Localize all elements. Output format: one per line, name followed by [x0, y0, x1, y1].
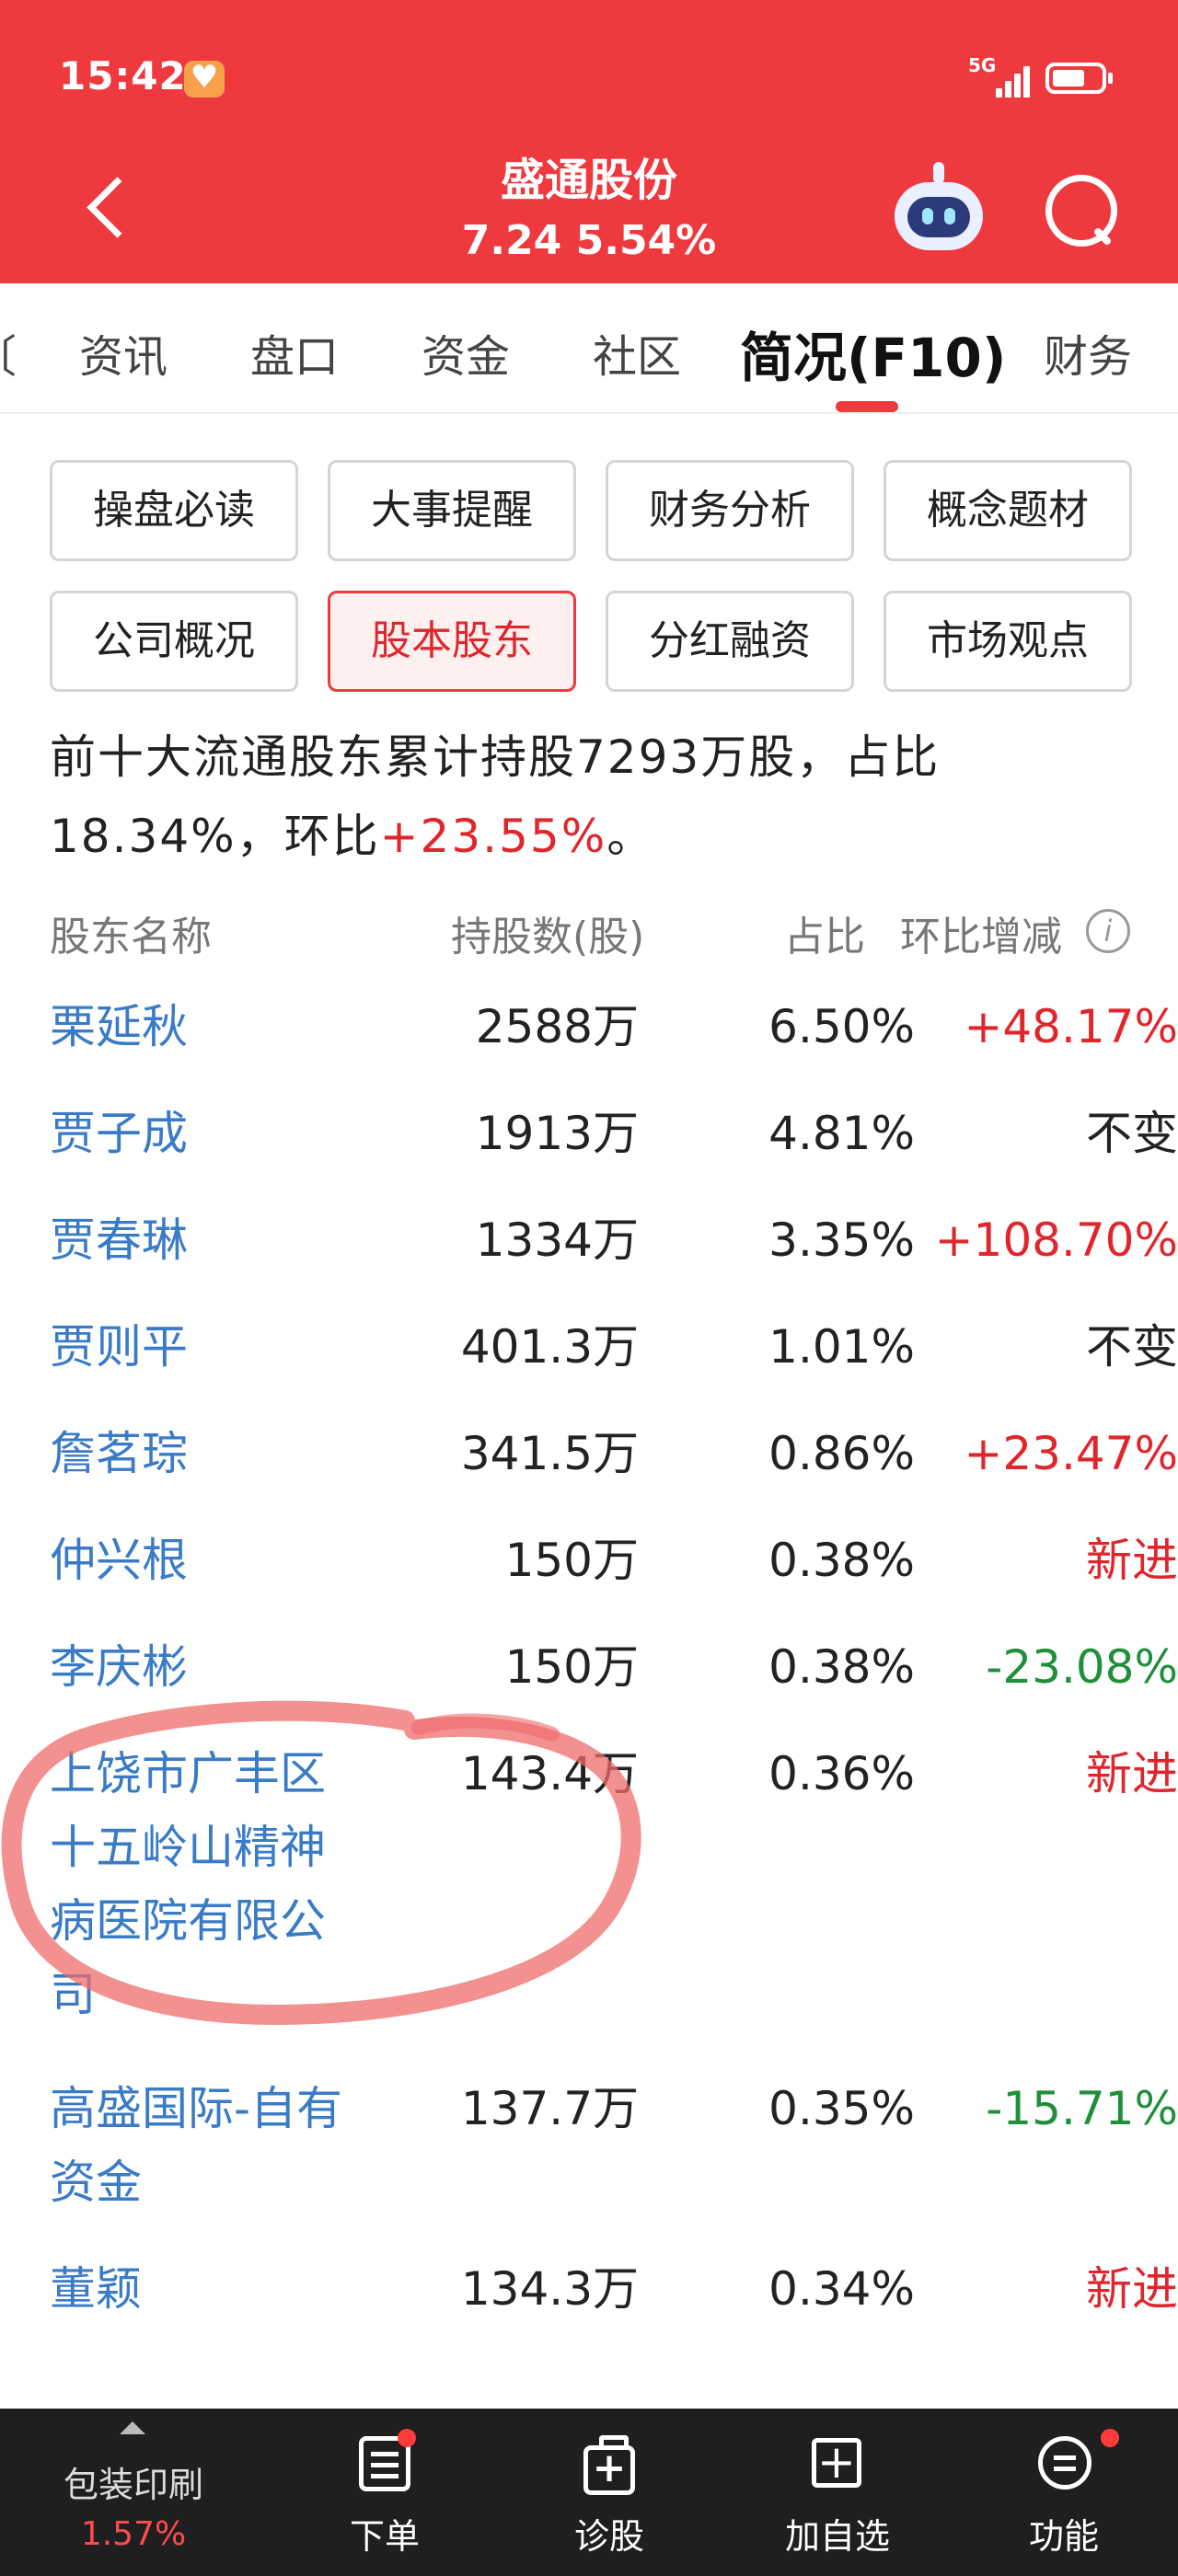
btn-event-reminder[interactable]: 大事提醒 [328, 460, 576, 561]
table-header: 股东名称 持股数(股) 占比 环比增减 i [50, 903, 1132, 979]
app-root: 15:42 5G 盛通股份 7.24 5.54% 〔 资 [0, 0, 1178, 2576]
diagnose-icon [583, 2435, 635, 2495]
up-arrow-icon [120, 2421, 145, 2434]
shares-cell: 2588万 [475, 1000, 639, 1053]
tab-f10-overview[interactable]: 简况(F10) [740, 315, 1006, 392]
table-row[interactable]: 栗延秋 2588万 6.50% +48.17% [50, 990, 1178, 1097]
btn-financial-analysis[interactable]: 财务分析 [606, 460, 854, 561]
change-cell: 新进 [1086, 1534, 1178, 1587]
network-label: 5G [968, 54, 997, 76]
add-watchlist-icon [812, 2435, 861, 2489]
battery-icon [1045, 63, 1113, 94]
bottom-bar: 包装印刷 1.57% 下单 诊股 加自选 功能 [0, 2409, 1178, 2576]
heart-notification-icon [184, 59, 225, 98]
nav-bar: 盛通股份 7.24 5.54% [0, 138, 1178, 283]
tab-row: 〔 资讯 盘口 资金 社区 简况(F10) 财务 [0, 283, 1178, 414]
header: 15:42 5G 盛通股份 7.24 5.54% [0, 0, 1178, 283]
function-icon [1038, 2436, 1091, 2490]
tab-finance[interactable]: 财务 [1044, 320, 1132, 385]
search-icon[interactable] [1040, 169, 1119, 248]
table-row[interactable]: 贾春琳 1334万 3.35% +108.70% [50, 1203, 1178, 1310]
robot-assistant-icon[interactable] [887, 162, 990, 254]
add-watchlist-label: 加自选 [784, 2516, 890, 2557]
btn-company-profile[interactable]: 公司概况 [50, 591, 298, 692]
function-label: 功能 [1028, 2516, 1099, 2557]
shareholder-name[interactable]: 李庆彬 [50, 1630, 363, 1704]
tab-community[interactable]: 社区 [593, 320, 681, 385]
tab-partial-left[interactable]: 〔 [0, 320, 17, 385]
change-cell: 新进 [1086, 2262, 1178, 2316]
change-cell: 新进 [1086, 1747, 1178, 1800]
active-tab-indicator [836, 401, 898, 412]
add-watchlist-button[interactable]: 加自选 [727, 2409, 948, 2576]
shareholder-name[interactable]: 栗延秋 [50, 990, 363, 1064]
stock-name: 盛通股份 [500, 155, 677, 206]
table-row[interactable]: 詹茗琮 341.5万 0.86% +23.47% [50, 1417, 1178, 1524]
shares-cell: 134.3万 [460, 2262, 639, 2316]
order-button[interactable]: 下单 [274, 2409, 495, 2576]
stock-quote: 7.24 5.54% [461, 217, 717, 264]
shares-cell: 1334万 [475, 1213, 639, 1267]
shareholder-name[interactable]: 贾子成 [50, 1097, 363, 1170]
sector-indicator[interactable]: 包装印刷 1.57% [0, 2409, 267, 2576]
change-cell: 不变 [1086, 1320, 1178, 1374]
th-ratio: 占比 [784, 914, 865, 960]
shareholder-name[interactable]: 董颖 [50, 2252, 363, 2326]
table-row[interactable]: 李庆彬 150万 0.38% -23.08% [50, 1630, 1178, 1737]
th-change: 环比增减 [900, 914, 1062, 960]
summary-change: +23.55% [379, 810, 607, 863]
tab-funds[interactable]: 资金 [422, 320, 510, 385]
notification-dot [1101, 2429, 1119, 2447]
diagnose-button[interactable]: 诊股 [499, 2409, 720, 2576]
shareholder-name[interactable]: 上饶市广丰区十五岭山精神病医院有限公司 [50, 1737, 363, 2031]
change-cell: +108.70% [934, 1213, 1178, 1267]
change-cell: -15.71% [986, 2082, 1178, 2135]
shareholders-table: 股东名称 持股数(股) 占比 环比增减 i 栗延秋 2588万 6.50% +4… [50, 903, 1178, 2316]
order-label: 下单 [349, 2516, 420, 2557]
btn-shareholders[interactable]: 股本股东 [328, 591, 576, 692]
table-row[interactable]: 董颖 134.3万 0.34% 新进 [50, 2252, 1178, 2359]
btn-concepts[interactable]: 概念题材 [884, 460, 1132, 561]
table-row[interactable]: 贾子成 1913万 4.81% 不变 [50, 1097, 1178, 1203]
tab-orderbook[interactable]: 盘口 [250, 320, 339, 385]
table-row[interactable]: 贾则平 401.3万 1.01% 不变 [50, 1310, 1178, 1417]
btn-must-read[interactable]: 操盘必读 [50, 460, 298, 561]
table-row[interactable]: 高盛国际-自有资金 137.7万 0.35% -15.71% [50, 2072, 1178, 2252]
table-row[interactable]: 仲兴根 150万 0.38% 新进 [50, 1524, 1178, 1630]
shares-cell: 150万 [504, 1640, 639, 1694]
th-name: 股东名称 [50, 914, 212, 960]
shareholder-name[interactable]: 詹茗琮 [50, 1417, 363, 1490]
shares-cell: 1913万 [475, 1107, 639, 1160]
shares-cell: 401.3万 [460, 1320, 639, 1374]
shares-cell: 150万 [504, 1534, 639, 1587]
shareholder-name[interactable]: 仲兴根 [50, 1524, 363, 1597]
status-time: 15:42 [59, 53, 187, 98]
btn-dividends-financing[interactable]: 分红融资 [606, 591, 854, 692]
shareholder-name[interactable]: 贾则平 [50, 1310, 363, 1384]
sub-button-grid: 操盘必读 大事提醒 财务分析 概念题材 公司概况 股本股东 分红融资 市场观点 [50, 460, 1132, 692]
shares-cell: 341.5万 [460, 1427, 639, 1480]
diagnose-label: 诊股 [573, 2516, 644, 2557]
sector-name: 包装印刷 [63, 2465, 203, 2505]
change-cell: 不变 [1086, 1107, 1178, 1160]
status-bar: 15:42 5G [0, 0, 1178, 156]
signal-icon [996, 61, 1036, 98]
btn-market-views[interactable]: 市场观点 [884, 591, 1132, 692]
shareholder-name[interactable]: 贾春琳 [50, 1203, 363, 1277]
shares-cell: 143.4万 [460, 1747, 639, 1800]
notification-dot [398, 2429, 416, 2447]
tab-news[interactable]: 资讯 [79, 320, 167, 385]
sector-change: 1.57% [80, 2515, 187, 2553]
shareholder-summary: 前十大流通股东累计持股7293万股，占比18.34%，环比+23.55%。 [50, 718, 1132, 876]
info-icon[interactable]: i [1086, 909, 1130, 953]
shareholder-name[interactable]: 高盛国际-自有资金 [50, 2072, 363, 2219]
change-cell: +48.17% [964, 1000, 1178, 1053]
change-cell: +23.47% [964, 1427, 1178, 1480]
th-shares: 持股数(股) [451, 914, 645, 960]
function-button[interactable]: 功能 [953, 2409, 1174, 2576]
summary-suffix: 。 [606, 810, 655, 863]
table-row[interactable]: 上饶市广丰区十五岭山精神病医院有限公司 143.4万 0.36% 新进 [50, 1737, 1178, 2072]
shares-cell: 137.7万 [460, 2082, 639, 2135]
change-cell: -23.08% [986, 1640, 1178, 1694]
